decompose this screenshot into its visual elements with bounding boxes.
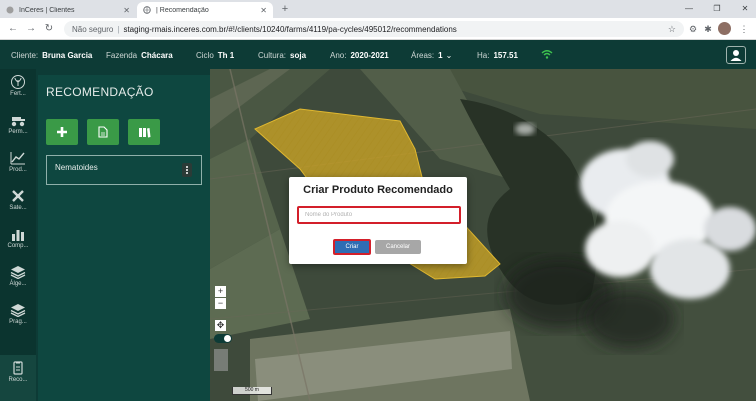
satellite-icon xyxy=(12,190,24,202)
rail-item-permissao[interactable]: Perm... xyxy=(0,107,36,145)
back-arrow-icon[interactable]: ← xyxy=(6,22,20,36)
layers-icon xyxy=(10,266,26,279)
profile-avatar[interactable] xyxy=(718,22,731,35)
chevron-down-icon: ⌄ xyxy=(445,51,453,60)
document-button[interactable] xyxy=(87,119,119,145)
browser-tab-recomendacao[interactable]: | Recomendação ✕ xyxy=(137,2,273,18)
forward-arrow-icon[interactable]: → xyxy=(24,22,38,36)
rail-item-algebra[interactable]: Álge... xyxy=(0,259,36,297)
library-button[interactable] xyxy=(128,119,160,145)
minimize-icon[interactable]: — xyxy=(680,0,698,18)
inceres-favicon-icon xyxy=(6,6,14,14)
card-menu-icon[interactable] xyxy=(182,163,192,177)
tab-title: InCeres | Clientes xyxy=(19,6,75,14)
rail-item-produtividade[interactable]: Prod... xyxy=(0,145,36,183)
reload-icon[interactable]: ↻ xyxy=(42,22,56,36)
add-recommendation-button[interactable] xyxy=(46,119,78,145)
header-field-cultura: Cultura: soja xyxy=(258,51,307,60)
url-text: staging-rmais.inceres.com.br/#!/clients/… xyxy=(123,24,457,34)
create-product-dialog: Criar Produto Recomendado Criar Cancelar xyxy=(289,177,467,264)
rail-item-pragas[interactable]: Prag... xyxy=(0,297,36,335)
user-menu-button[interactable] xyxy=(726,46,746,64)
extension-icon[interactable]: ⚙ xyxy=(686,22,700,36)
dialog-title: Criar Produto Recomendado xyxy=(303,184,453,196)
tractor-icon xyxy=(11,117,25,127)
close-icon[interactable]: ✕ xyxy=(123,6,130,15)
bookmark-star-icon[interactable]: ☆ xyxy=(668,24,676,35)
browser-tab-clientes[interactable]: InCeres | Clientes ✕ xyxy=(0,2,136,18)
panel-title: RECOMENDAÇÃO xyxy=(46,85,154,99)
bar-chart-icon xyxy=(12,230,24,241)
rail-item-fertilidade[interactable]: Fert... xyxy=(0,69,36,107)
chart-line-icon xyxy=(10,152,25,165)
plus-icon xyxy=(57,127,67,137)
browser-tab-bar: InCeres | Clientes ✕ | Recomendação ✕ + … xyxy=(0,0,756,18)
document-icon xyxy=(98,126,108,138)
user-icon xyxy=(730,50,742,61)
header-field-ciclo: Ciclo Th 1 xyxy=(196,51,235,60)
header-field-cliente: Cliente: Bruna Garcia xyxy=(11,51,93,60)
minimap-thumbnail[interactable] xyxy=(214,349,228,371)
header-field-ano: Ano: 2020-2021 xyxy=(330,51,389,60)
recommendation-panel: RECOMENDAÇÃO Nematoides xyxy=(38,75,210,401)
header-field-fazenda: Fazenda Chácara xyxy=(106,51,173,60)
layers-icon xyxy=(10,304,26,317)
plant-icon xyxy=(11,75,25,89)
recommendation-card-nematoides[interactable]: Nematoides xyxy=(46,155,202,185)
header-field-ha: Ha: 157.51 xyxy=(477,51,518,60)
rail-item-comparacao[interactable]: Comp... xyxy=(0,221,36,259)
window-close-icon[interactable]: ✕ xyxy=(736,0,754,18)
app-header: Cliente: Bruna Garcia Fazenda Chácara Cicl… xyxy=(0,41,756,69)
puzzle-icon[interactable]: ✱ xyxy=(701,22,715,36)
cancel-button[interactable]: Cancelar xyxy=(375,240,421,254)
books-icon xyxy=(138,127,150,137)
fullscreen-move-icon[interactable]: ✥ xyxy=(215,320,226,331)
rail-item-recomendacao[interactable]: Reco... xyxy=(0,355,36,401)
create-button[interactable]: Criar xyxy=(333,239,371,255)
product-name-input[interactable] xyxy=(297,206,461,224)
rail-item-satelite[interactable]: Sate... xyxy=(0,183,36,221)
maximize-icon[interactable]: ❐ xyxy=(708,0,726,18)
tab-title: | Recomendação xyxy=(156,6,209,14)
not-secure-label: Não seguro xyxy=(72,24,114,34)
browser-address-bar: ← → ↻ Não seguro | staging-rmais.inceres… xyxy=(0,18,756,40)
globe-icon xyxy=(143,6,151,14)
url-bar[interactable]: Não seguro | staging-rmais.inceres.com.b… xyxy=(64,21,684,37)
recommendation-card-label: Nematoides xyxy=(55,163,98,172)
clipboard-icon xyxy=(13,361,23,375)
layer-toggle-switch[interactable] xyxy=(214,334,232,343)
close-icon[interactable]: ✕ xyxy=(260,6,267,15)
kebab-menu-icon[interactable]: ⋮ xyxy=(737,22,751,36)
zoom-in-button[interactable]: + xyxy=(215,286,226,297)
url-separator: | xyxy=(117,24,120,34)
left-icon-rail: Fert... Perm... Prod... Sate... Comp... … xyxy=(0,69,36,401)
header-field-areas[interactable]: Áreas: 1 ⌄ xyxy=(411,51,452,60)
zoom-out-button[interactable]: − xyxy=(215,298,226,309)
new-tab-icon[interactable]: + xyxy=(278,2,292,16)
wifi-signal-icon xyxy=(541,50,553,59)
map-scale-bar: 500 m xyxy=(232,387,272,395)
